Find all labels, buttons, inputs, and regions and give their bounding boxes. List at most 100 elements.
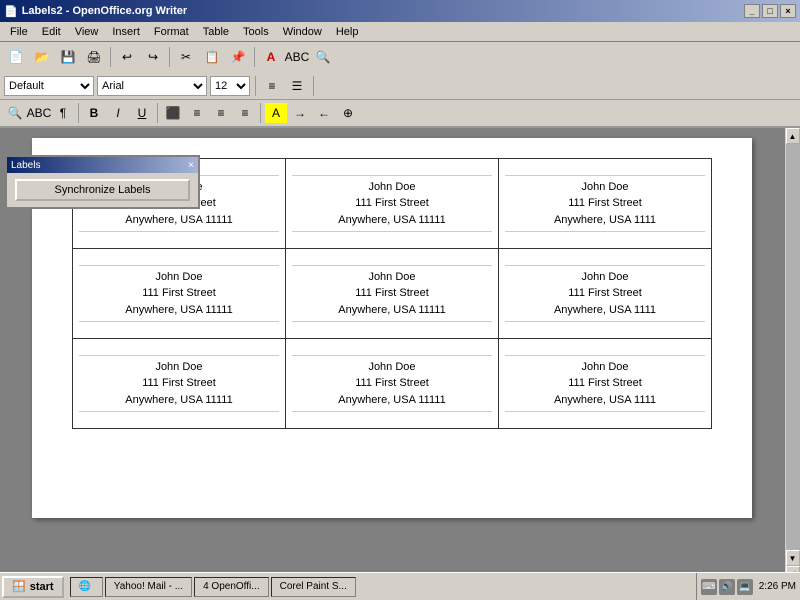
scroll-track[interactable] <box>786 144 800 550</box>
label-line <box>505 175 705 176</box>
label-city-0-0: Anywhere, USA 11111 <box>125 212 232 229</box>
align-left-button[interactable]: ⬛ <box>162 103 184 123</box>
label-line <box>292 355 492 356</box>
menu-file[interactable]: File <box>4 24 34 40</box>
bold-button[interactable]: B <box>83 103 105 123</box>
taskbar-tray: ⌨ 🔊 💻 2:26 PM <box>696 573 800 600</box>
menu-format[interactable]: Format <box>148 24 195 40</box>
save-button[interactable]: 💾 <box>56 46 80 68</box>
minimize-button[interactable]: _ <box>744 4 760 18</box>
label-city-1-1: Anywhere, USA 11111 <box>338 302 445 319</box>
taskbar-item-openoffice[interactable]: 4 OpenOffi... <box>194 577 269 597</box>
zoom-button[interactable]: 🔍 <box>4 103 26 123</box>
redo-button[interactable]: ↪ <box>141 46 165 68</box>
title-bar-left: 📄 Labels2 - OpenOffice.org Writer <box>4 5 187 18</box>
label-street-0-1: 111 First Street <box>338 195 445 212</box>
label-cell-2-0[interactable]: John Doe 111 First Street Anywhere, USA … <box>73 339 286 429</box>
main-toolbar: 📄 📂 💾 🖨 ↩ ↪ ✂ 📋 📌 A ABC 🔍 <box>0 42 800 72</box>
maximize-button[interactable]: □ <box>762 4 778 18</box>
new-button[interactable]: 📄 <box>4 46 28 68</box>
clock: 2:26 PM <box>759 581 796 592</box>
para-button[interactable]: ¶ <box>52 103 74 123</box>
label-cell-0-2[interactable]: John Doe 111 First Street Anywhere, USA … <box>499 159 712 249</box>
menu-tools[interactable]: Tools <box>237 24 275 40</box>
menu-view[interactable]: View <box>69 24 105 40</box>
label-city-0-1: Anywhere, USA 11111 <box>338 212 445 229</box>
synchronize-labels-button[interactable]: Synchronize Labels <box>15 179 190 201</box>
sync-btn-container: Synchronize Labels <box>7 173 198 207</box>
menu-table[interactable]: Table <box>197 24 235 40</box>
yahoo-label: Yahoo! Mail - ... <box>114 581 183 592</box>
align-center-button[interactable]: ≡ <box>186 103 208 123</box>
label-line <box>505 265 705 266</box>
ie-icon: 🌐 <box>79 581 91 592</box>
window-controls[interactable]: _ □ × <box>744 4 796 18</box>
close-button[interactable]: × <box>780 4 796 18</box>
open-button[interactable]: 📂 <box>30 46 54 68</box>
label-cell-2-2[interactable]: John Doe 111 First Street Anywhere, USA … <box>499 339 712 429</box>
print-button[interactable]: 🖨 <box>82 46 106 68</box>
underline-button[interactable]: U <box>131 103 153 123</box>
sep8 <box>260 103 261 123</box>
sync-panel-close-icon[interactable]: × <box>188 160 194 171</box>
label-cell-1-0[interactable]: John Doe 111 First Street Anywhere, USA … <box>73 249 286 339</box>
label-street-2-2: 111 First Street <box>554 375 656 392</box>
taskbar-item-yahoo[interactable]: Yahoo! Mail - ... <box>105 577 192 597</box>
label-street-1-0: 111 First Street <box>125 285 232 302</box>
sep3 <box>254 47 255 67</box>
menu-edit[interactable]: Edit <box>36 24 67 40</box>
align-right-button[interactable]: ≡ <box>210 103 232 123</box>
menu-window[interactable]: Window <box>277 24 328 40</box>
tray-icon-3: 💻 <box>737 579 753 595</box>
vertical-scrollbar[interactable]: ▲ ▼ ◀ ▶ <box>784 128 800 598</box>
label-text-1-0: John Doe 111 First Street Anywhere, USA … <box>125 269 232 319</box>
sep6 <box>78 103 79 123</box>
label-name-2-0: John Doe <box>125 359 232 376</box>
list-number-button[interactable]: ☰ <box>286 76 308 96</box>
sync-panel-title-text: Labels <box>11 160 40 171</box>
label-cell-0-1[interactable]: John Doe 111 First Street Anywhere, USA … <box>286 159 499 249</box>
font-color-button[interactable]: A <box>259 46 283 68</box>
menu-help[interactable]: Help <box>330 24 365 40</box>
indent-more-button[interactable]: → <box>289 103 311 123</box>
title-text: Labels2 - OpenOffice.org Writer <box>22 5 187 17</box>
taskbar-item-ie[interactable]: 🌐 <box>70 577 103 597</box>
start-icon: 🪟 <box>12 580 26 593</box>
scroll-up-button[interactable]: ▲ <box>786 128 800 144</box>
tray-icon-2: 🔊 <box>719 579 735 595</box>
scroll-down-button[interactable]: ▼ <box>786 550 800 566</box>
label-text-1-1: John Doe 111 First Street Anywhere, USA … <box>338 269 445 319</box>
cut-button[interactable]: ✂ <box>174 46 198 68</box>
copy-button[interactable]: 📋 <box>200 46 224 68</box>
spellcheck-button[interactable]: ABC <box>285 46 309 68</box>
list-bullet-button[interactable]: ≡ <box>261 76 283 96</box>
style-select[interactable]: Default <box>4 76 94 96</box>
highlight-button[interactable]: A <box>265 103 287 123</box>
label-street-2-0: 111 First Street <box>125 375 232 392</box>
label-name-1-2: John Doe <box>554 269 656 286</box>
label-cell-2-1[interactable]: John Doe 111 First Street Anywhere, USA … <box>286 339 499 429</box>
label-cell-1-2[interactable]: John Doe 111 First Street Anywhere, USA … <box>499 249 712 339</box>
italic-button[interactable]: I <box>107 103 129 123</box>
label-city-2-0: Anywhere, USA 11111 <box>125 392 232 409</box>
paste-button[interactable]: 📌 <box>226 46 250 68</box>
label-city-0-2: Anywhere, USA 1111 <box>554 212 656 229</box>
find-button[interactable]: 🔍 <box>311 46 335 68</box>
start-button[interactable]: 🪟 start <box>2 576 64 598</box>
undo-button[interactable]: ↩ <box>115 46 139 68</box>
indent-less-button[interactable]: ← <box>313 103 335 123</box>
sep4 <box>255 76 256 96</box>
spell-btn2[interactable]: ABC <box>28 103 50 123</box>
menu-insert[interactable]: Insert <box>106 24 146 40</box>
label-line-b <box>505 321 705 322</box>
label-cell-1-1[interactable]: John Doe 111 First Street Anywhere, USA … <box>286 249 499 339</box>
label-line-b <box>292 411 492 412</box>
label-name-1-1: John Doe <box>338 269 445 286</box>
font-select[interactable]: Arial <box>97 76 207 96</box>
taskbar-item-corel[interactable]: Corel Paint S... <box>271 577 356 597</box>
navigator-button[interactable]: ⊕ <box>337 103 359 123</box>
label-line-b <box>505 231 705 232</box>
size-select[interactable]: 12 <box>210 76 250 96</box>
label-line <box>292 265 492 266</box>
align-justify-button[interactable]: ≡ <box>234 103 256 123</box>
